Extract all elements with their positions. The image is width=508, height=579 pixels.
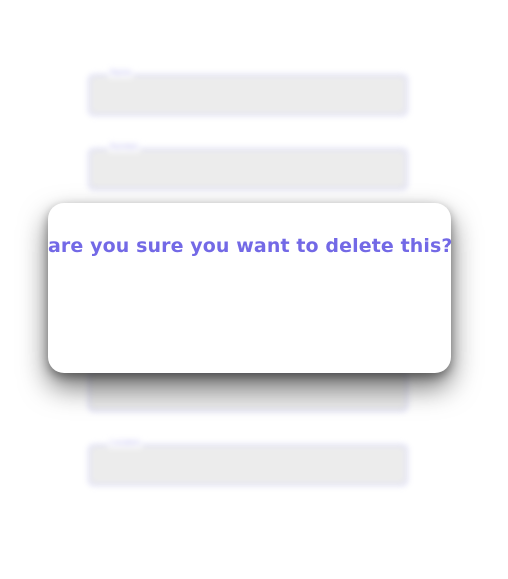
confirmation-dialog: are you sure you want to delete this? <box>48 203 453 373</box>
dialog-message: are you sure you want to delete this? <box>48 235 453 257</box>
form-field-4-label: Location <box>108 438 143 448</box>
form-field-1: Name <box>88 68 408 116</box>
delete-confirmation-screen: Name Number Location are you sure you wa… <box>0 0 508 579</box>
form-field-2-label: Number <box>108 142 141 152</box>
form-field-2: Number <box>88 142 408 190</box>
form-field-4: Location <box>88 438 408 486</box>
form-field-3 <box>88 370 408 412</box>
form-field-1-label: Name <box>108 68 134 78</box>
